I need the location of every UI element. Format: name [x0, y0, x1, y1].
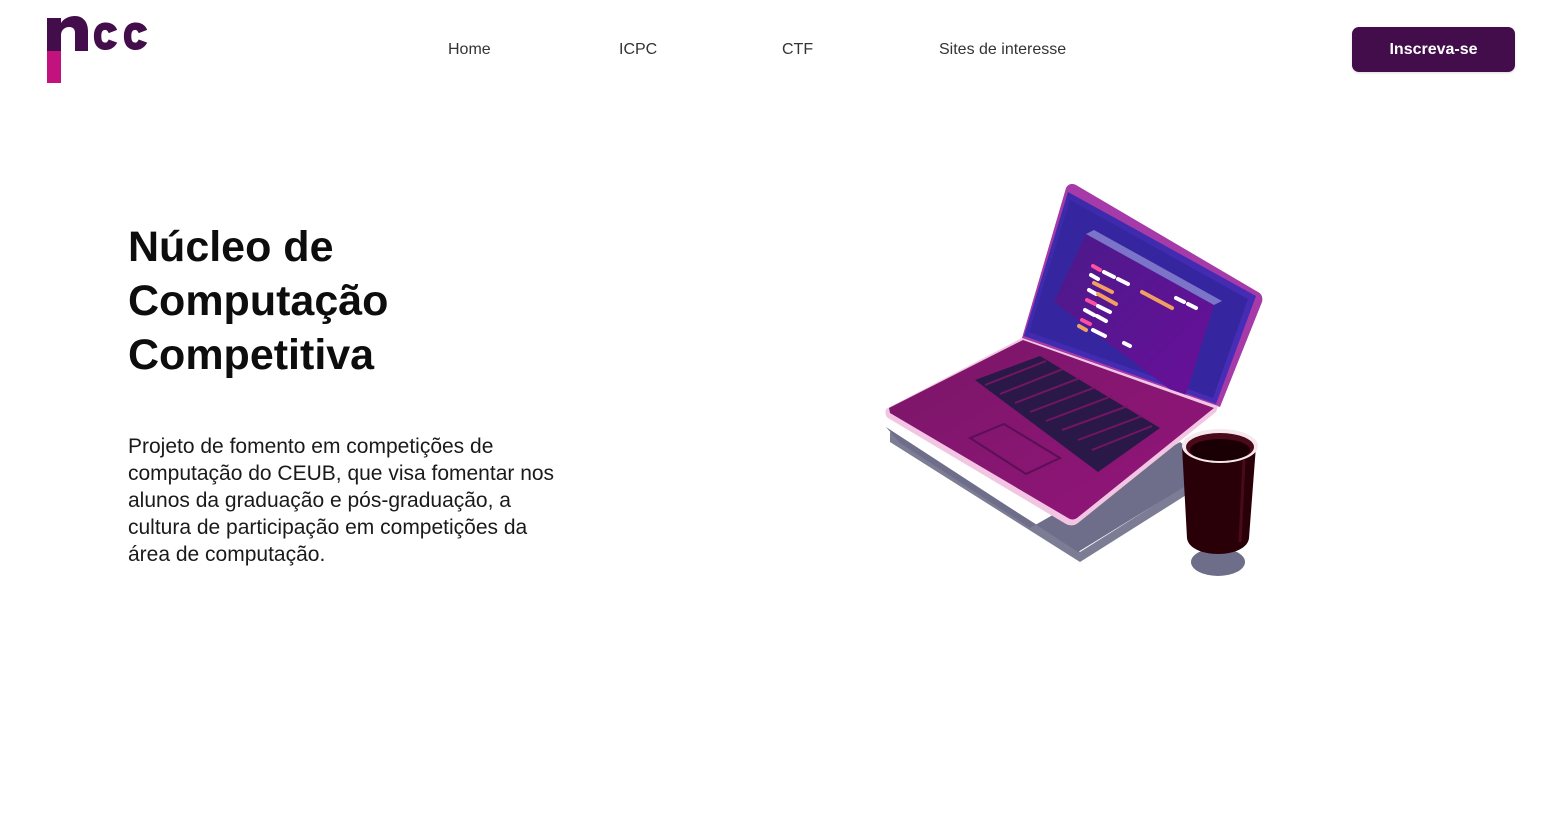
title-line-3: Competitiva — [128, 331, 375, 379]
nav-link-sites-de-interesse[interactable]: Sites de interesse — [939, 40, 1066, 60]
main-nav: Home ICPC CTF Sites de interesse — [0, 0, 1563, 96]
signup-button[interactable]: Inscreva-se — [1352, 27, 1515, 72]
title-line-1: Núcleo de — [128, 223, 334, 271]
site-header: ncc Home ICPC CTF Sites de interesse Ins… — [0, 0, 1563, 96]
nav-link-ctf[interactable]: CTF — [782, 40, 813, 60]
hero-section: Núcleo de Computação Competitiva Projeto… — [128, 220, 568, 568]
title-line-2: Computação — [128, 277, 389, 325]
nav-link-icpc[interactable]: ICPC — [619, 40, 657, 60]
nav-link-home[interactable]: Home — [448, 40, 491, 60]
hero-description: Projeto de fomento em competições de com… — [128, 435, 555, 566]
page-title: Núcleo de Computação Competitiva — [128, 220, 568, 382]
laptop-coffee-illustration — [885, 184, 1263, 576]
